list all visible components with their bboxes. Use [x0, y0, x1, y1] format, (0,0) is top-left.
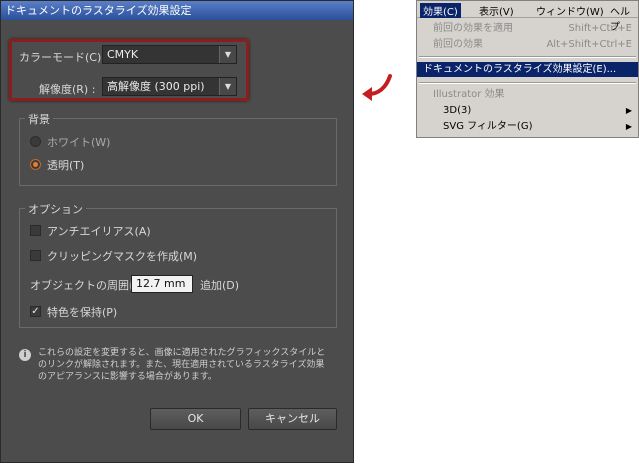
menu-item-label: 3D(3) [443, 105, 472, 116]
menu-item-apply-last-effect[interactable]: 前回の効果を適用 Shift+Ctrl+E [417, 21, 638, 36]
color-mode-select[interactable]: CMYK ▼ [102, 45, 237, 64]
menu-item-label: ドキュメントのラスタライズ効果設定(E)... [423, 64, 617, 75]
info-line: これらの設定を変更すると、画像に適用されたグラフィックスタイルと [38, 348, 326, 358]
info-line: のリンクが解除されます。また、現在適用されているラスタライズ効果 [38, 360, 325, 370]
transparent-radio[interactable] [30, 159, 41, 170]
menu-separator [419, 82, 636, 84]
resolution-label: 解像度(R) : [39, 83, 96, 96]
chevron-down-icon: ▼ [219, 78, 236, 95]
background-legend: 背景 [25, 111, 53, 127]
antialias-label: アンチエイリアス(A) [47, 225, 151, 238]
color-mode-value: CMYK [107, 48, 139, 61]
menu-item-shortcut: Alt+Shift+Ctrl+E [546, 39, 632, 50]
dialog-title: ドキュメントのラスタライズ効果設定 [1, 1, 353, 20]
menu-effect[interactable]: 効果(C) [420, 3, 461, 18]
white-radio[interactable] [30, 136, 41, 147]
color-mode-label: カラーモード(C) : [19, 51, 109, 64]
add-around-label: オブジェクトの周囲に [30, 279, 140, 292]
red-curved-arrow-icon [362, 74, 392, 101]
menu-item-label: Illustrator 効果 [433, 89, 505, 100]
white-radio-label: ホワイト(W) [47, 136, 111, 149]
chevron-right-icon: ▶ [625, 122, 632, 131]
antialias-checkbox[interactable] [30, 225, 41, 236]
add-around-input[interactable]: 12.7 mm [131, 275, 193, 293]
clipping-mask-checkbox[interactable] [30, 250, 41, 261]
preserve-spot-checkbox[interactable]: ✓ [30, 306, 41, 317]
menu-item-shortcut: Shift+Ctrl+E [568, 23, 632, 34]
menu-view[interactable]: 表示(V) [479, 3, 514, 18]
info-note: これらの設定を変更すると、画像に適用されたグラフィックスタイルと のリンクが解除… [38, 347, 325, 383]
chevron-right-icon: ▶ [625, 106, 632, 115]
menu-window[interactable]: ウィンドウ(W) [536, 3, 604, 18]
transparent-radio-label: 透明(T) [47, 159, 85, 172]
cancel-button[interactable]: キャンセル [248, 408, 337, 430]
info-icon: i [19, 349, 31, 361]
menu-item-last-effect[interactable]: 前回の効果 Alt+Shift+Ctrl+E [417, 37, 638, 52]
options-legend: オプション [25, 201, 86, 217]
menu-item-label: 前回の効果 [433, 39, 483, 50]
info-line: のアピアランスに影響する場合があります。 [38, 372, 217, 382]
rasterize-settings-dialog: ドキュメントのラスタライズ効果設定 カラーモード(C) : CMYK ▼ 解像度… [0, 0, 354, 463]
menu-item-label: SVG フィルター(G) [443, 121, 533, 132]
effect-menu-screenshot: 効果(C) 表示(V) ウィンドウ(W) ヘルプ 前回の効果を適用 Shift+… [416, 0, 639, 138]
clipping-mask-label: クリッピングマスクを作成(M) [47, 250, 198, 263]
preserve-spot-label: 特色を保持(P) [47, 306, 118, 319]
menu-separator [419, 56, 636, 58]
ok-button[interactable]: OK [150, 408, 241, 430]
menu-item-illustrator-effects-header: Illustrator 効果 [417, 87, 638, 102]
background-group [19, 118, 337, 186]
menu-item-rasterize-settings[interactable]: ドキュメントのラスタライズ効果設定(E)... [417, 62, 638, 77]
add-suffix-label: 追加(D) [200, 279, 240, 292]
menu-item-svg-filter[interactable]: SVG フィルター(G) ▶ [417, 119, 638, 134]
chevron-down-icon: ▼ [219, 46, 236, 63]
resolution-select[interactable]: 高解像度 (300 ppi) ▼ [102, 77, 237, 96]
checkmark-icon: ✓ [31, 306, 40, 317]
resolution-value: 高解像度 (300 ppi) [107, 80, 205, 93]
menu-item-label: 前回の効果を適用 [433, 23, 513, 34]
menu-item-3d[interactable]: 3D(3) ▶ [417, 103, 638, 118]
menu-bar: 効果(C) 表示(V) ウィンドウ(W) ヘルプ [417, 1, 638, 33]
